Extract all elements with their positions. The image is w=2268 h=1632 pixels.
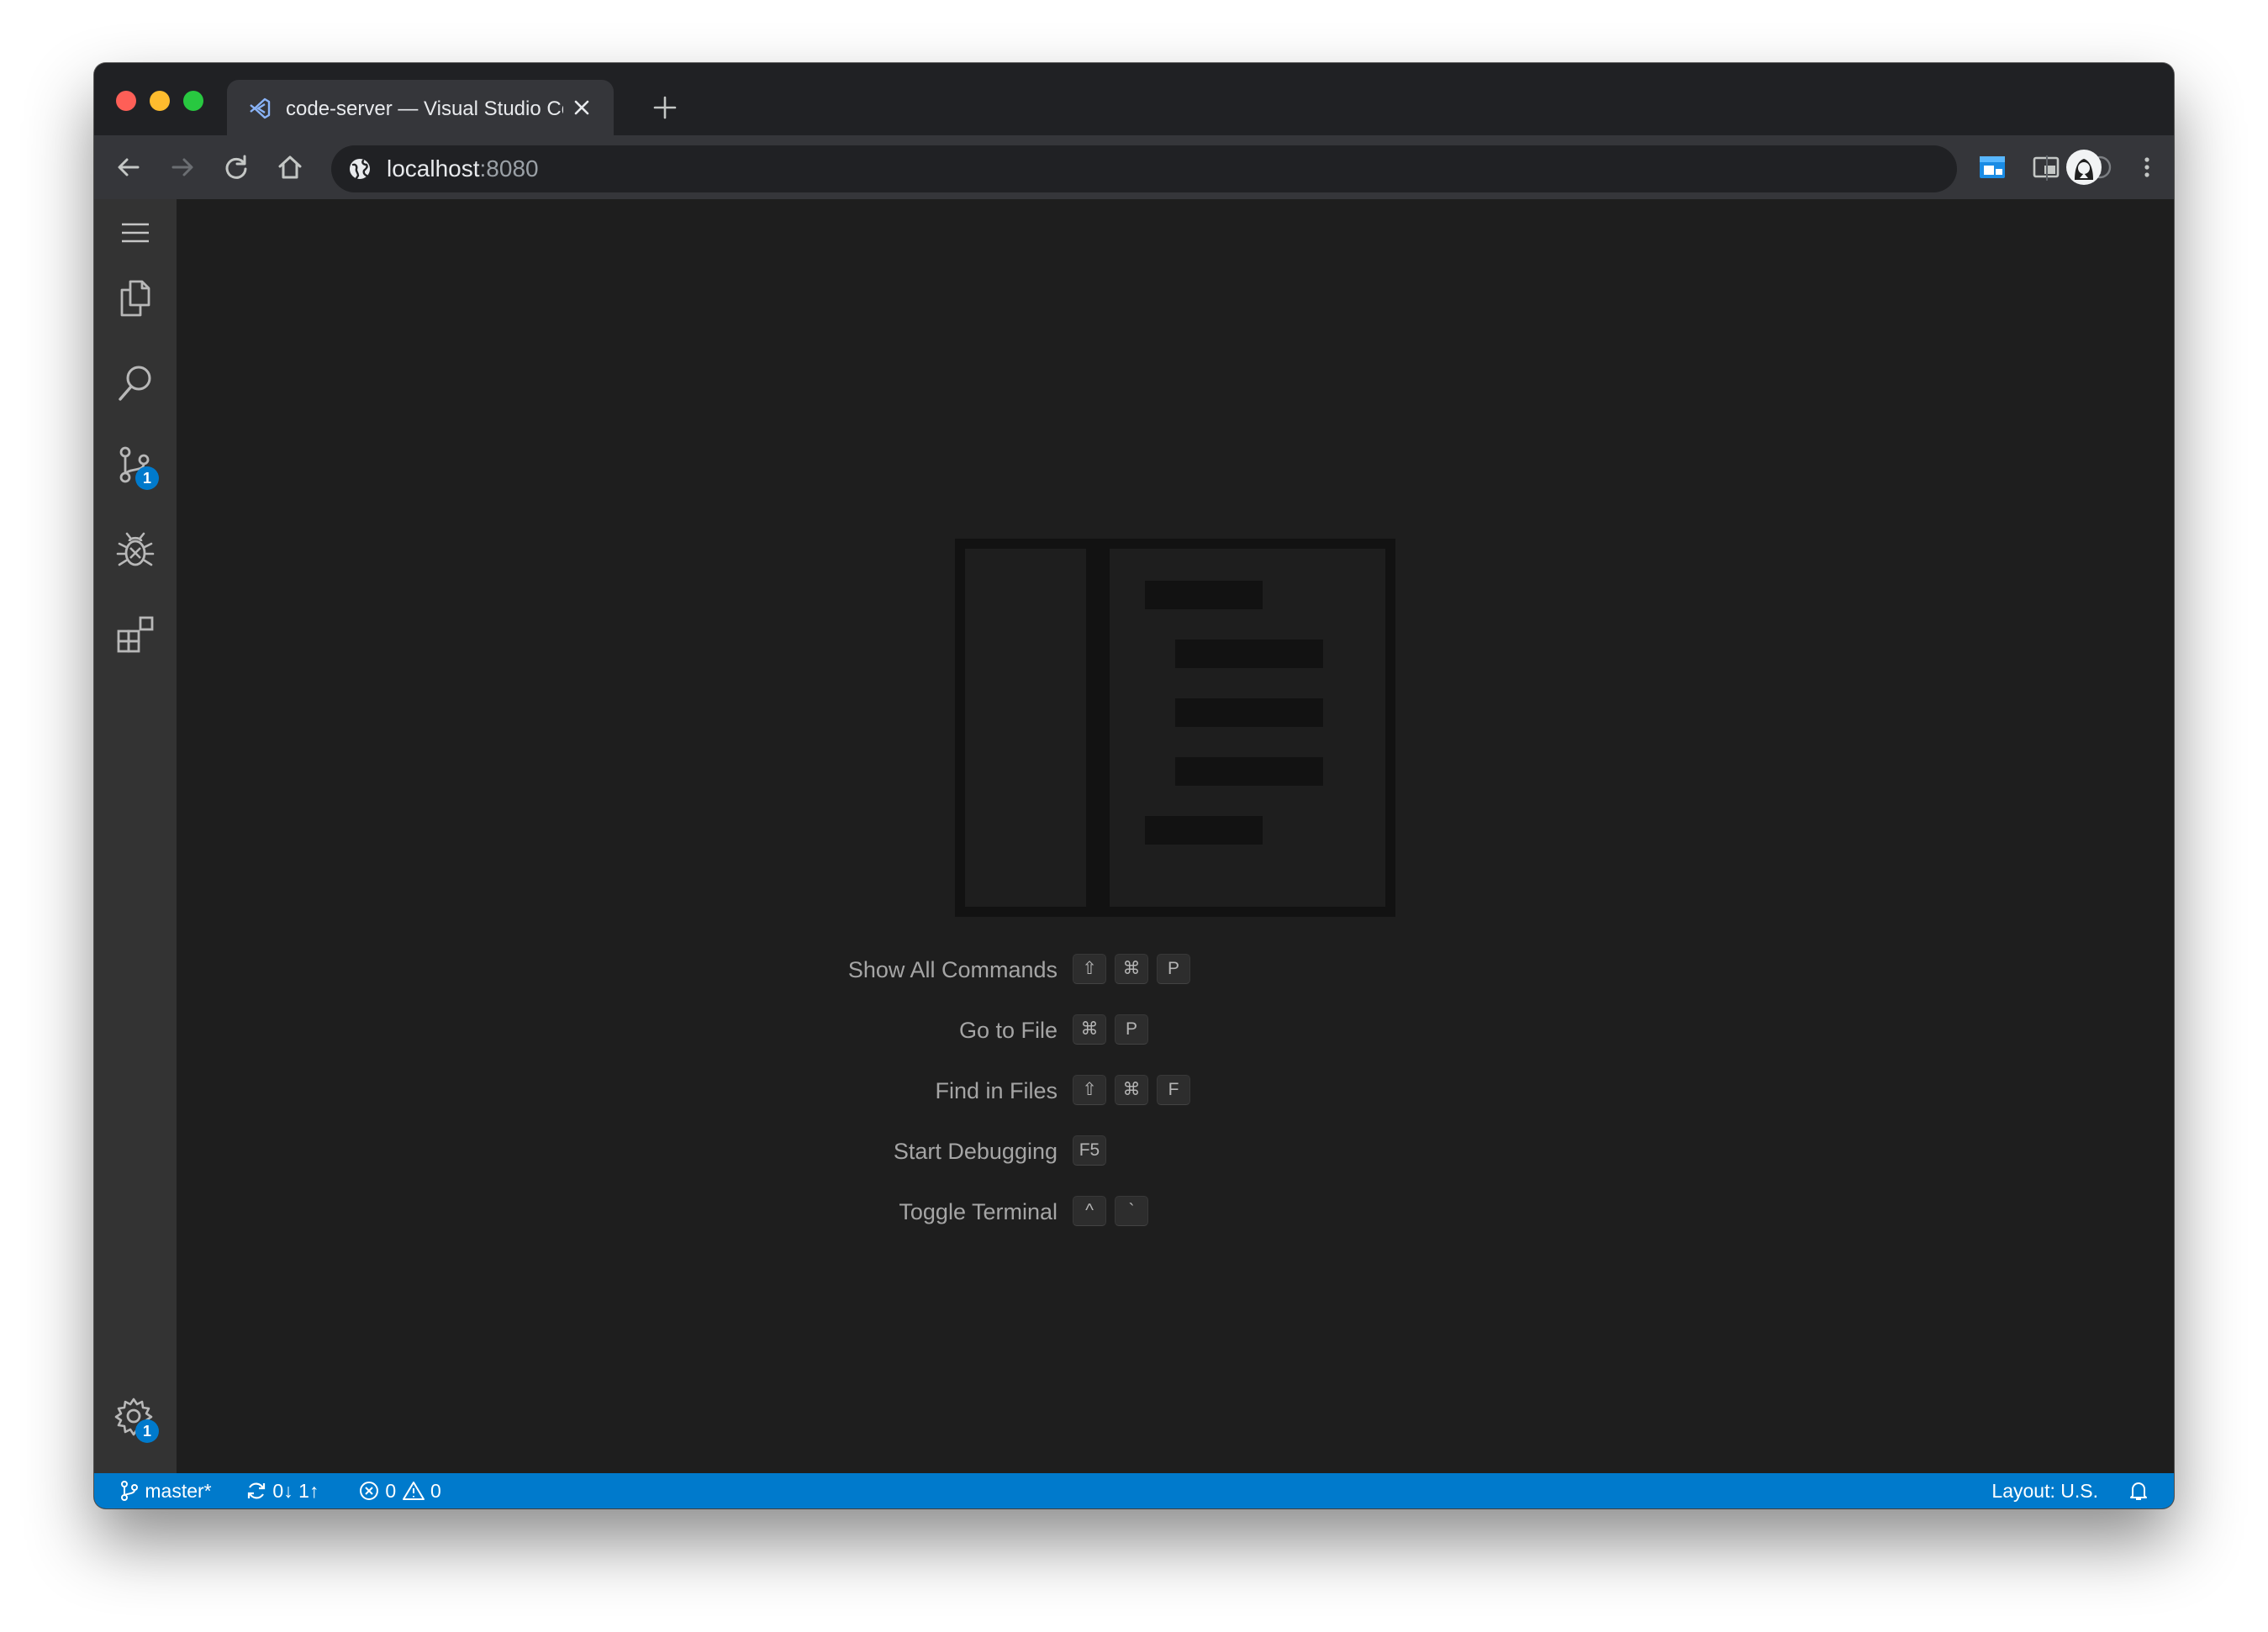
error-count: 0 (385, 1480, 397, 1502)
blue-extension-icon[interactable] (1977, 152, 2007, 182)
reload-icon[interactable] (222, 153, 251, 182)
browser-window: code-server — Visual Studio Code (94, 63, 2174, 1508)
key-ctrl: ^ (1073, 1196, 1106, 1226)
activity-bar: 1 1 (94, 199, 177, 1473)
shortcut-label: Show All Commands (847, 957, 1058, 982)
toolbar-divider (2046, 155, 2048, 181)
address-bar[interactable]: localhost:8080 (331, 145, 1957, 192)
url-host: localhost (387, 155, 480, 182)
editor-area: Show All Commands ⇧ ⌘ P Go to File ⌘ P Find… (177, 199, 2174, 1473)
avatar-icon[interactable] (2065, 148, 2103, 187)
vscode-favicon-icon (250, 97, 271, 119)
key-f5: F5 (1073, 1135, 1106, 1166)
shortcut-go-to-file[interactable]: Go to File ⌘ P (177, 1011, 2174, 1050)
manage-button[interactable]: 1 (113, 1396, 159, 1443)
warning-count: 0 (430, 1480, 441, 1502)
shortcut-label: Toggle Terminal (899, 1199, 1058, 1224)
shortcut-start-debugging[interactable]: Start Debugging F5 (177, 1132, 2174, 1171)
source-control-button[interactable]: 1 (113, 443, 159, 490)
keyboard-layout-status[interactable]: Layout: U.S. (1991, 1473, 2098, 1508)
key-cmd: ⌘ (1115, 1075, 1148, 1105)
hamburger-icon[interactable] (113, 211, 157, 255)
url-text: localhost:8080 (387, 155, 539, 182)
git-branch-icon (121, 1480, 138, 1501)
warning-icon (402, 1481, 425, 1500)
bug-icon[interactable] (113, 529, 157, 572)
sync-status[interactable]: 0↓ 1↑ (245, 1473, 319, 1508)
sync-icon (247, 1482, 266, 1499)
shortcut-find-in-files[interactable]: Find in Files ⇧ ⌘ F (177, 1071, 2174, 1110)
arrow-right-icon[interactable] (168, 153, 197, 182)
new-tab-icon[interactable] (652, 95, 678, 120)
branch-name: master* (145, 1480, 212, 1502)
search-icon[interactable] (113, 361, 157, 404)
notifications-button[interactable] (2128, 1473, 2149, 1508)
keybinding: F5 (1073, 1135, 1115, 1167)
sync-counts: 0↓ 1↑ (272, 1480, 319, 1502)
key-p: P (1157, 954, 1190, 984)
shortcut-toggle-terminal[interactable]: Toggle Terminal ^ ` (177, 1192, 2174, 1231)
globe-icon[interactable] (348, 157, 372, 181)
key-cmd: ⌘ (1115, 954, 1148, 984)
home-icon[interactable] (276, 153, 304, 182)
kebab-menu-icon[interactable] (2132, 152, 2162, 182)
manage-badge: 1 (135, 1419, 159, 1443)
minimize-window-button[interactable] (150, 91, 170, 111)
key-f: F (1157, 1075, 1190, 1105)
shortcut-label: Find in Files (935, 1078, 1058, 1103)
key-shift: ⇧ (1073, 954, 1106, 984)
keybinding: ⇧ ⌘ F (1073, 1075, 1199, 1107)
browser-toolbar: localhost:8080 (94, 135, 2174, 199)
tab-strip: code-server — Visual Studio Code (94, 63, 2174, 135)
files-icon[interactable] (113, 276, 157, 320)
keybinding: ⇧ ⌘ P (1073, 954, 1199, 986)
key-cmd: ⌘ (1073, 1014, 1106, 1045)
browser-tab[interactable]: code-server — Visual Studio Code (227, 80, 614, 135)
close-window-button[interactable] (116, 91, 136, 111)
vscode-letterpress-logo (955, 539, 1395, 917)
close-tab-icon[interactable] (572, 97, 592, 118)
arrow-left-icon[interactable] (114, 153, 143, 182)
maximize-window-button[interactable] (183, 91, 203, 111)
key-shift: ⇧ (1073, 1075, 1106, 1105)
key-p: P (1115, 1014, 1148, 1045)
keybinding: ^ ` (1073, 1196, 1157, 1228)
shortcut-label: Start Debugging (893, 1139, 1058, 1164)
extensions-icon[interactable] (113, 613, 157, 656)
key-backtick: ` (1115, 1196, 1148, 1226)
shortcut-label: Go to File (958, 1018, 1058, 1043)
error-icon (360, 1481, 378, 1500)
source-control-badge: 1 (135, 466, 159, 490)
keybinding: ⌘ P (1073, 1014, 1157, 1046)
tab-title: code-server — Visual Studio Code (286, 97, 563, 120)
status-bar: master* 0↓ 1↑ 0 0 Layout: U.S. (94, 1473, 2174, 1508)
url-port: :8080 (479, 155, 539, 182)
shortcut-show-all-commands[interactable]: Show All Commands ⇧ ⌘ P (177, 950, 2174, 989)
branch-status[interactable]: master* (119, 1473, 212, 1508)
problems-status[interactable]: 0 0 (358, 1473, 441, 1508)
bell-icon (2130, 1482, 2147, 1500)
